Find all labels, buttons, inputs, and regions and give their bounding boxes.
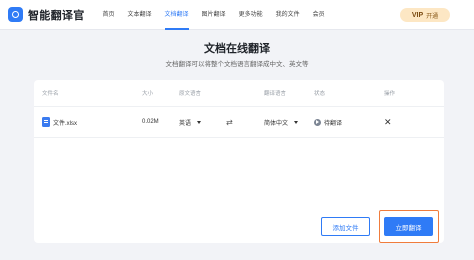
table-row: 文件.xlsx 0.02M 英语 ⇄ 简体中文 待翻译 ✕ — [34, 106, 444, 138]
page-subtitle: 文档翻译可以将整个文档语言翻译成中文、英文等 — [165, 61, 309, 68]
source-language-value: 英语 — [179, 120, 192, 127]
file-name-cell: 文件.xlsx — [42, 107, 77, 137]
target-language-value: 简体中文 — [264, 120, 289, 127]
header-actions: 操作 — [384, 91, 396, 97]
header-target-language: 翻译语言 — [264, 91, 287, 97]
table-header: 文件名 大小 原文语言 翻译语言 状态 操作 — [34, 80, 444, 106]
chevron-down-icon — [197, 120, 202, 124]
nav-item-more-features[interactable]: 更多功能 — [239, 0, 263, 30]
nav-item-membership[interactable]: 会员 — [313, 0, 325, 30]
vip-label: 开通 — [426, 13, 439, 20]
status-cell: 待翻译 — [314, 107, 342, 137]
vip-button[interactable]: VIP 开通 — [400, 8, 450, 22]
header-file-name: 文件名 — [42, 91, 59, 97]
top-navigation-bar: 智能翻译官 首页 文本翻译 文档翻译 图片翻译 更多功能 我的文件 会员 VIP… — [0, 0, 474, 30]
header-status: 状态 — [314, 91, 326, 97]
page-title: 文档在线翻译 — [204, 43, 270, 55]
app-logo[interactable]: 智能翻译官 — [8, 7, 85, 23]
add-file-button[interactable]: 添加文件 — [321, 217, 370, 236]
nav-item-document-translate[interactable]: 文档翻译 — [164, 0, 189, 30]
chevron-down-icon — [294, 120, 299, 124]
file-size: 0.02M — [142, 119, 159, 125]
vip-badge: VIP — [411, 11, 424, 19]
highlight-frame — [379, 210, 439, 243]
swap-icon[interactable]: ⇄ — [226, 107, 233, 137]
close-icon[interactable]: ✕ — [384, 107, 392, 137]
main-nav: 首页 文本翻译 文档翻译 图片翻译 更多功能 我的文件 会员 — [103, 0, 338, 30]
file-list-card: 文件名 大小 原文语言 翻译语言 状态 操作 文件.xlsx 0.02M 英语 … — [34, 80, 444, 243]
logo-icon — [8, 7, 23, 22]
file-icon — [42, 117, 50, 127]
play-icon — [314, 118, 321, 126]
app-name: 智能翻译官 — [28, 9, 85, 22]
header-source-language: 原文语言 — [179, 91, 202, 97]
nav-item-home[interactable]: 首页 — [103, 0, 115, 30]
nav-item-my-files[interactable]: 我的文件 — [276, 0, 300, 30]
status-text: 待翻译 — [324, 120, 343, 127]
target-language-select[interactable]: 简体中文 — [264, 107, 299, 137]
nav-item-image-translate[interactable]: 图片翻译 — [202, 0, 226, 30]
nav-item-text-translate[interactable]: 文本翻译 — [128, 0, 152, 30]
source-language-select[interactable]: 英语 — [179, 107, 202, 137]
header-size: 大小 — [142, 91, 154, 97]
file-name: 文件.xlsx — [53, 120, 78, 127]
